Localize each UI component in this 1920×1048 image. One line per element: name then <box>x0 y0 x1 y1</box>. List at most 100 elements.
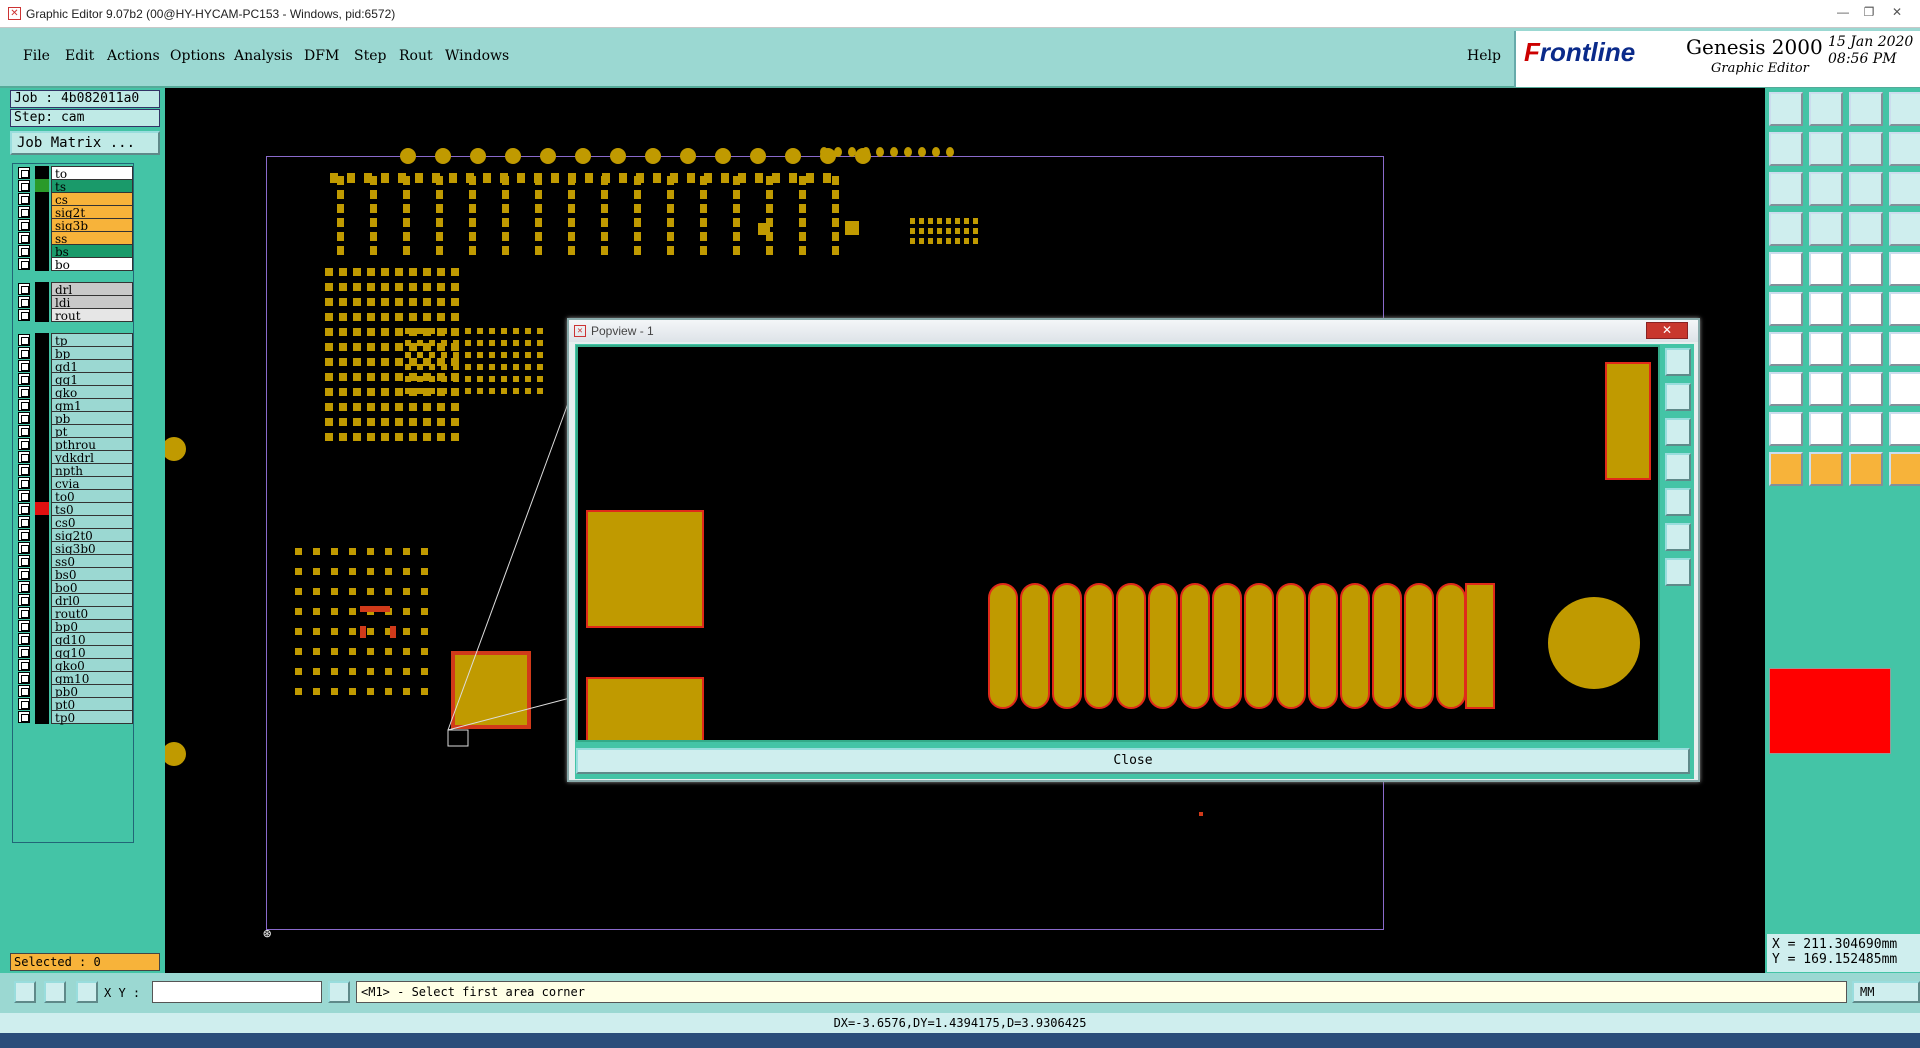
layer-row[interactable]: rout0 <box>15 606 133 621</box>
layer-row[interactable]: gm1 <box>15 398 133 413</box>
menu-analysis[interactable]: Analysis <box>234 48 293 64</box>
layer-checkbox[interactable] <box>18 633 30 645</box>
layer-color-swatch[interactable] <box>35 166 49 180</box>
layer-color-swatch[interactable] <box>35 308 49 322</box>
tool-25-icon[interactable] <box>1769 332 1803 366</box>
layer-color-swatch[interactable] <box>35 205 49 219</box>
layer-color-swatch[interactable] <box>35 658 49 672</box>
layer-name[interactable]: gko <box>51 385 133 400</box>
tool-15-icon[interactable] <box>1849 212 1883 246</box>
layer-name[interactable]: gg10 <box>51 645 133 660</box>
layer-checkbox[interactable] <box>18 451 30 463</box>
layer-color-swatch[interactable] <box>35 372 49 386</box>
units-select[interactable]: MM <box>1852 981 1920 1003</box>
layer-checkbox[interactable] <box>18 373 30 385</box>
layer-name[interactable]: bo <box>51 257 133 272</box>
layer-checkbox[interactable] <box>18 620 30 632</box>
layer-name[interactable]: rout <box>51 308 133 323</box>
tool-5-icon[interactable] <box>1769 132 1803 166</box>
layer-row[interactable]: sig3b <box>15 218 133 233</box>
layer-row[interactable]: tp <box>15 333 133 348</box>
tool-29-icon[interactable] <box>1769 372 1803 406</box>
layer-row[interactable]: cs0 <box>15 515 133 530</box>
layer-row[interactable]: pb0 <box>15 684 133 699</box>
layer-color-swatch[interactable] <box>35 424 49 438</box>
layer-row[interactable]: bo0 <box>15 580 133 595</box>
layer-checkbox[interactable] <box>18 167 30 179</box>
popview-tool-6-icon[interactable] <box>1665 523 1691 551</box>
layer-row[interactable]: ss <box>15 231 133 246</box>
layer-color-swatch[interactable] <box>35 528 49 542</box>
popview-tool-3-icon[interactable] <box>1665 418 1691 446</box>
layer-checkbox[interactable] <box>18 594 30 606</box>
tool-26-icon[interactable] <box>1809 332 1843 366</box>
layer-color-swatch[interactable] <box>35 476 49 490</box>
layer-row[interactable]: pt <box>15 424 133 439</box>
layer-row[interactable]: gg1 <box>15 372 133 387</box>
layer-color-swatch[interactable] <box>35 385 49 399</box>
layer-name[interactable]: sig2t <box>51 205 133 220</box>
layer-color-swatch[interactable] <box>35 398 49 412</box>
tool-33-icon[interactable] <box>1769 412 1803 446</box>
layer-checkbox[interactable] <box>18 529 30 541</box>
layer-checkbox[interactable] <box>18 219 30 231</box>
layer-checkbox[interactable] <box>18 464 30 476</box>
tool-13-icon[interactable] <box>1769 212 1803 246</box>
layer-checkbox[interactable] <box>18 360 30 372</box>
layer-row[interactable]: npth <box>15 463 133 478</box>
layer-row[interactable]: ldi <box>15 295 133 310</box>
layer-color-swatch[interactable] <box>35 179 49 193</box>
layer-color-swatch[interactable] <box>35 333 49 347</box>
layer-name[interactable]: ldi <box>51 295 133 310</box>
layer-name[interactable]: sig3b <box>51 218 133 233</box>
grid-icon[interactable] <box>76 981 98 1003</box>
tool-22-icon[interactable] <box>1809 292 1843 326</box>
layer-name[interactable]: gm10 <box>51 671 133 686</box>
layer-name[interactable]: ydkdrl <box>51 450 133 465</box>
popview-close-button[interactable]: Close <box>576 748 1690 774</box>
tool-35-icon[interactable] <box>1849 412 1883 446</box>
tool-14-icon[interactable] <box>1809 212 1843 246</box>
layer-checkbox[interactable] <box>18 206 30 218</box>
menu-step[interactable]: Step <box>354 48 386 64</box>
tool-1-icon[interactable] <box>1769 92 1803 126</box>
layer-color-swatch[interactable] <box>35 515 49 529</box>
layer-color-swatch[interactable] <box>35 567 49 581</box>
layer-row[interactable]: drl0 <box>15 593 133 608</box>
layer-color-swatch[interactable] <box>35 359 49 373</box>
layer-row[interactable]: gg10 <box>15 645 133 660</box>
tool-34-icon[interactable] <box>1809 412 1843 446</box>
menu-options[interactable]: Options <box>170 48 225 64</box>
tool-7-icon[interactable] <box>1849 132 1883 166</box>
tool-3-icon[interactable] <box>1849 92 1883 126</box>
layer-name[interactable]: cvia <box>51 476 133 491</box>
tool-40-icon[interactable] <box>1889 452 1920 486</box>
tool-8-icon[interactable] <box>1889 132 1920 166</box>
layer-name[interactable]: gm1 <box>51 398 133 413</box>
layer-name[interactable]: ss <box>51 231 133 246</box>
layer-row[interactable]: cs <box>15 192 133 207</box>
tool-12-icon[interactable] <box>1889 172 1920 206</box>
layer-checkbox[interactable] <box>18 347 30 359</box>
layer-color-swatch[interactable] <box>35 192 49 206</box>
tool-18-icon[interactable] <box>1809 252 1843 286</box>
menu-dfm[interactable]: DFM <box>304 48 339 64</box>
menu-windows[interactable]: Windows <box>445 48 509 64</box>
layer-color-swatch[interactable] <box>35 697 49 711</box>
layer-row[interactable]: bs <box>15 244 133 259</box>
layer-row[interactable]: cvia <box>15 476 133 491</box>
layer-name[interactable]: pb0 <box>51 684 133 699</box>
layer-color-swatch[interactable] <box>35 645 49 659</box>
layer-checkbox[interactable] <box>18 490 30 502</box>
layer-checkbox[interactable] <box>18 659 30 671</box>
tool-11-icon[interactable] <box>1849 172 1883 206</box>
layer-checkbox[interactable] <box>18 555 30 567</box>
layer-name[interactable]: to <box>51 166 133 181</box>
layer-color-swatch[interactable] <box>35 606 49 620</box>
layer-name[interactable]: tp <box>51 333 133 348</box>
tool-9-icon[interactable] <box>1769 172 1803 206</box>
layer-name[interactable]: sig3b0 <box>51 541 133 556</box>
layer-row[interactable]: sig2t <box>15 205 133 220</box>
layer-color-swatch[interactable] <box>35 282 49 296</box>
layer-checkbox[interactable] <box>18 296 30 308</box>
